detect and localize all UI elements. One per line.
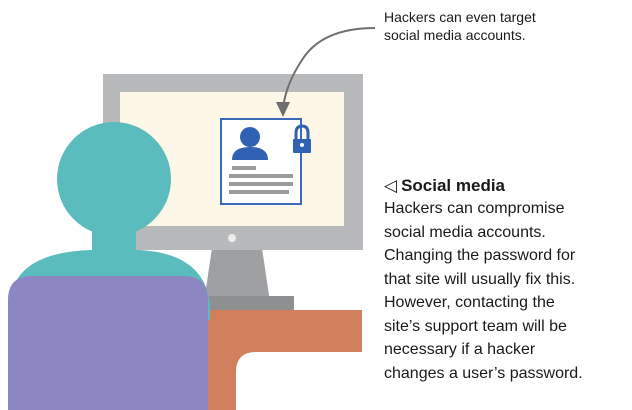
person-head: [57, 122, 171, 236]
caption-line: social media accounts.: [384, 223, 546, 241]
person-shirt: [8, 276, 208, 410]
caption-line: Hackers can compromise: [384, 200, 565, 217]
monitor-stand: [204, 248, 270, 302]
caption-title: Social media: [401, 176, 506, 195]
caption-line: site’s support team will be: [384, 317, 567, 335]
profile-text-line: [229, 182, 293, 186]
profile-text-line: [229, 190, 289, 194]
profile-text-line: [229, 174, 293, 178]
illustration-stage: Hackers can even target social media acc…: [0, 0, 632, 410]
caption-heading: ◁ Social media: [384, 174, 628, 197]
caption-marker-icon: ◁: [384, 176, 398, 195]
profile-text-line: [232, 166, 256, 170]
caption-line: However, contacting the: [384, 294, 555, 311]
power-button: [228, 234, 236, 242]
caption-body: Hackers can compromise social media acco…: [384, 197, 628, 385]
caption-line: changes a user’s password.: [384, 364, 583, 382]
caption-line: Changing the password for: [384, 247, 576, 264]
callout-text: Hackers can even target social media acc…: [384, 8, 614, 44]
caption-line: necessary if a hacker: [384, 341, 536, 358]
callout-line: Hackers can even target: [384, 9, 536, 25]
callout-line: social media accounts.: [384, 27, 526, 43]
caption: ◁ Social media Hackers can compromise soc…: [384, 174, 628, 385]
caption-line: that site will usually fix this.: [384, 270, 576, 288]
